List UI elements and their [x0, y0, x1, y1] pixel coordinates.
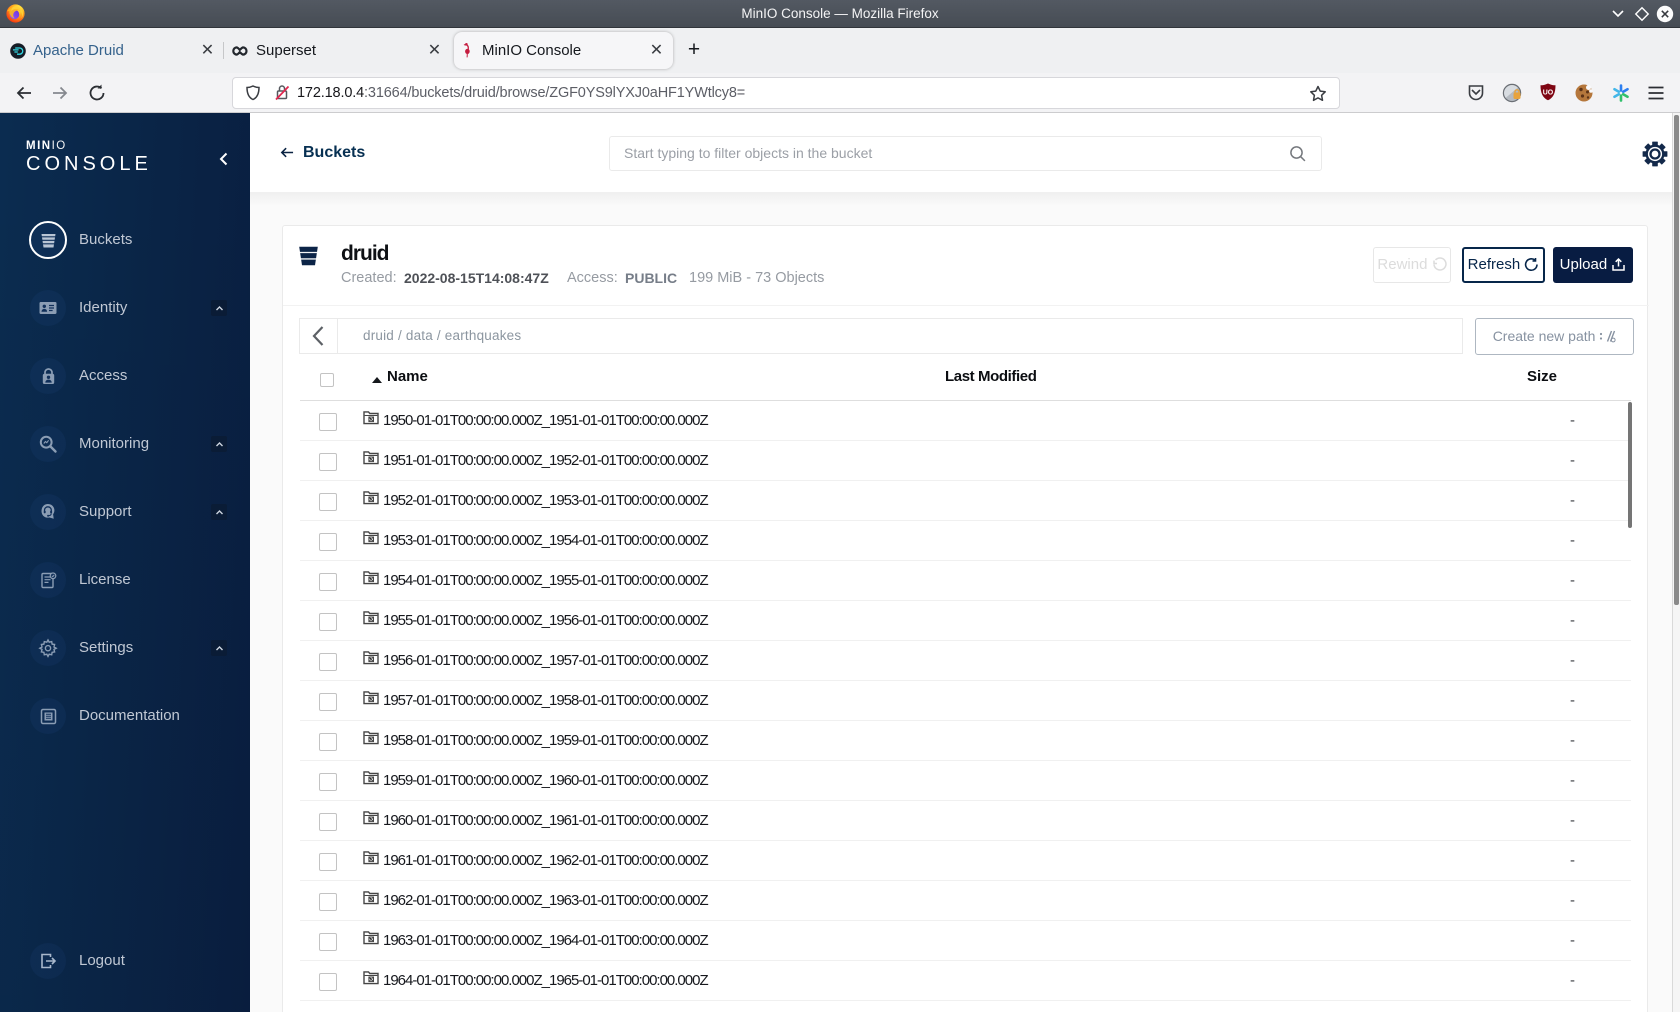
- svg-text:UO: UO: [1543, 90, 1554, 97]
